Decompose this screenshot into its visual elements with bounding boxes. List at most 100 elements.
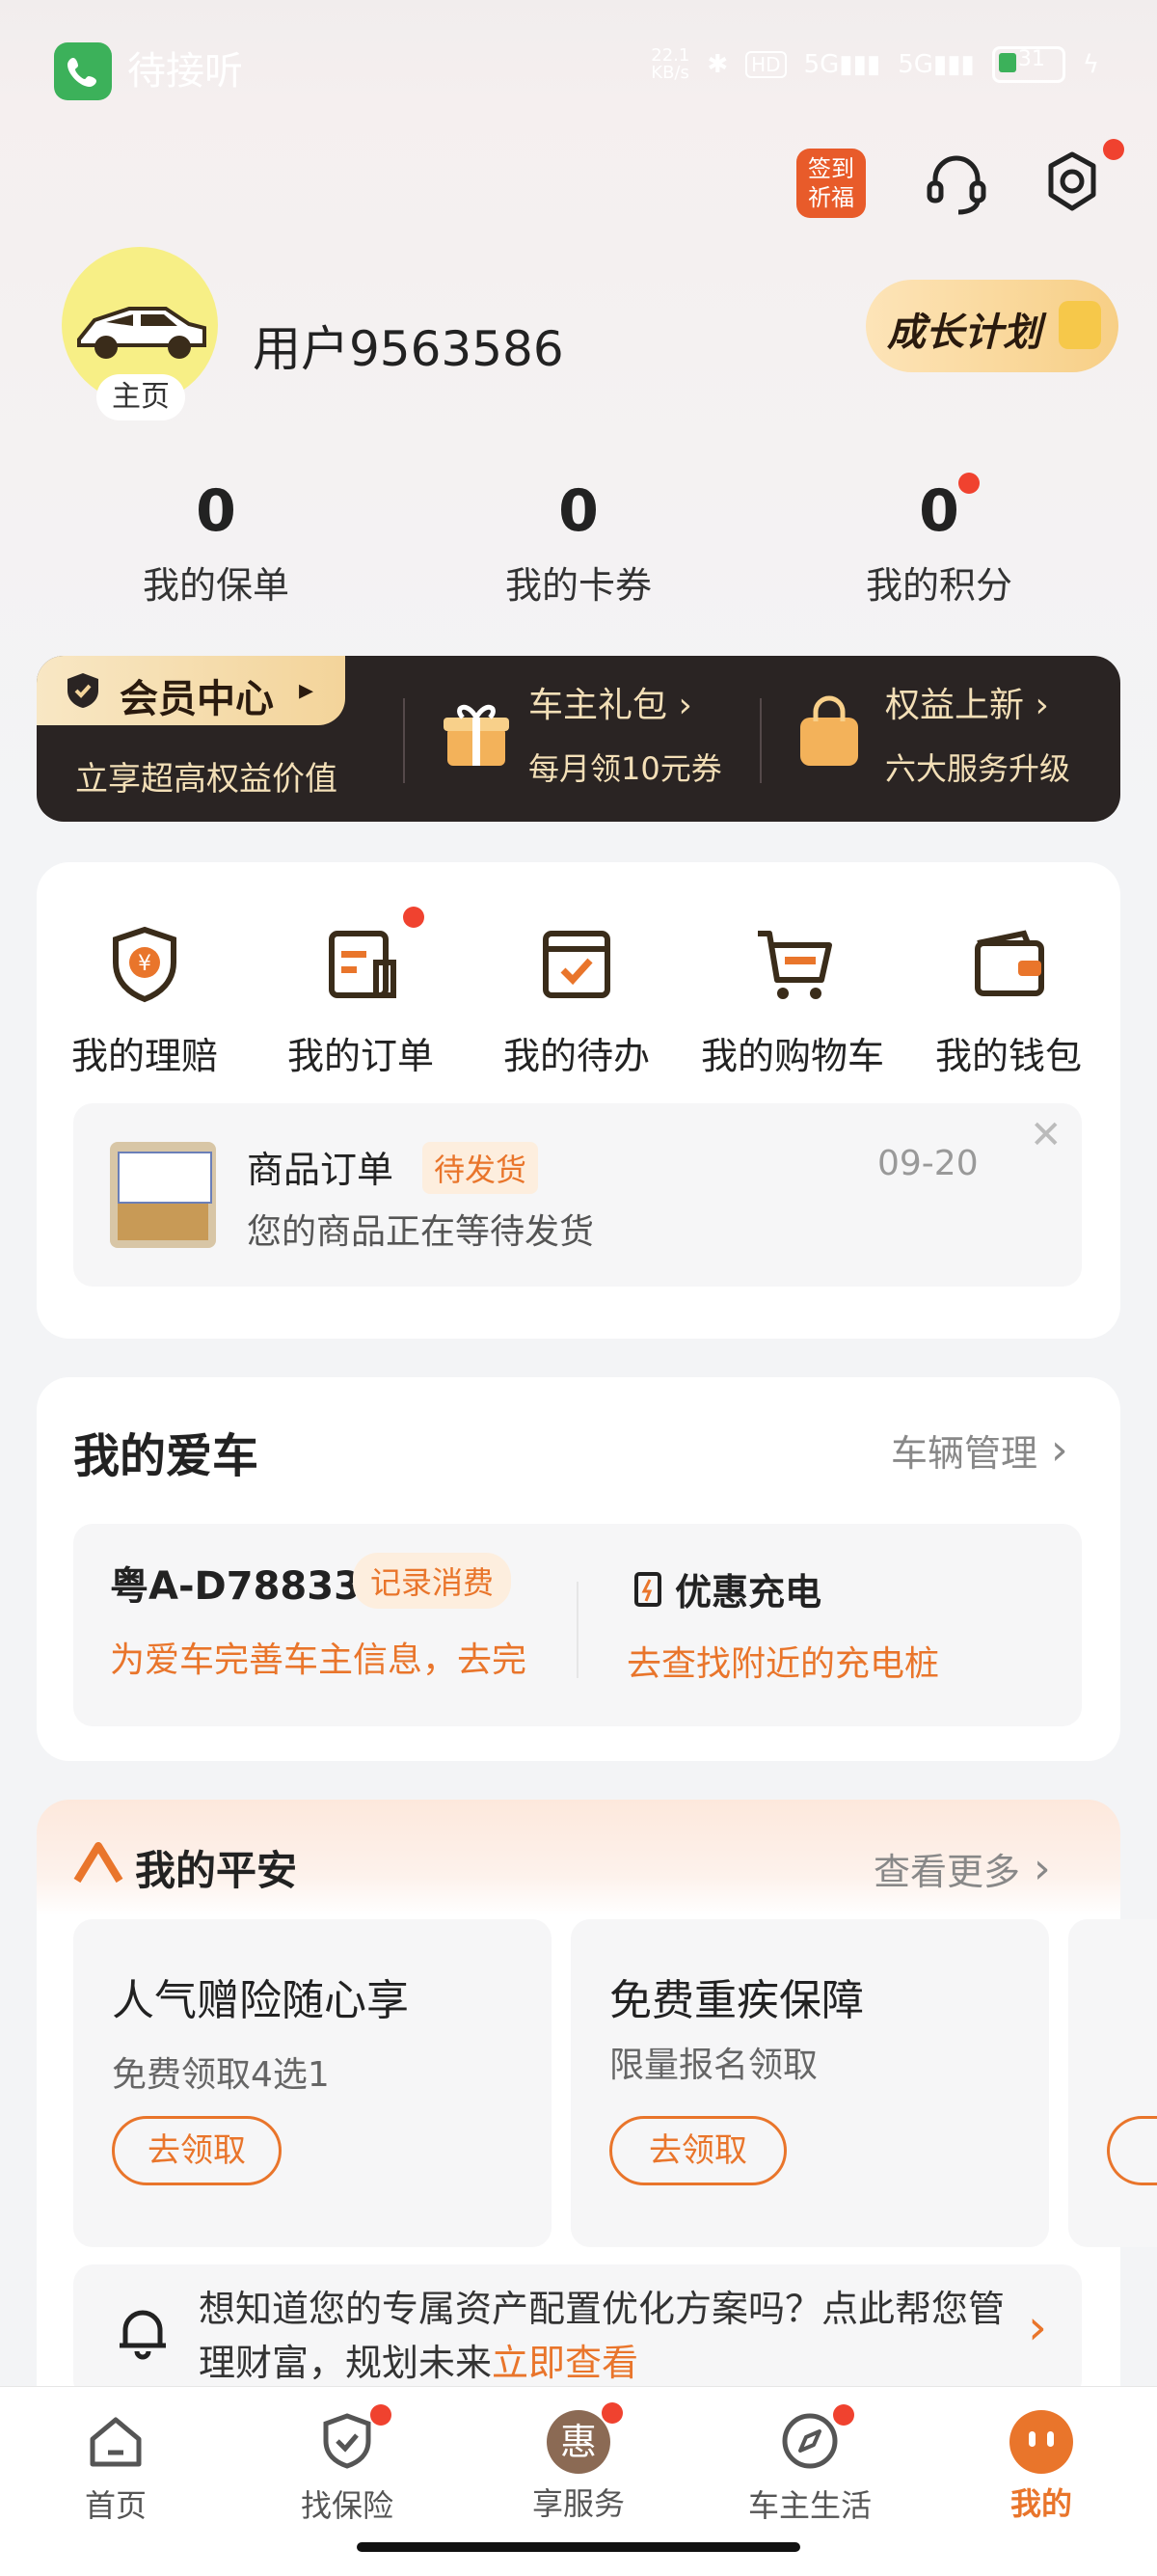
record-expense-button[interactable]: 记录消费 bbox=[353, 1553, 512, 1609]
insurance-card-2[interactable]: 免费重疾保障 限量报名领取 去领取 bbox=[571, 1919, 1049, 2247]
chevron-right-icon: › bbox=[1051, 1425, 1068, 1475]
wealth-advice-banner[interactable]: 想知道您的专属资产配置优化方案吗？点此帮您管理财富，规划未来立即查看 › bbox=[73, 2264, 1082, 2400]
stat-points-label: 我的积分 bbox=[865, 564, 1012, 607]
rights-subtitle: 六大服务升级 bbox=[885, 750, 1071, 787]
orders-notification-dot bbox=[403, 907, 424, 928]
signal-5g-icon-2: 5G▮▮▮ bbox=[898, 50, 975, 79]
insurance-card-2-subtitle: 限量报名领取 bbox=[609, 2046, 819, 2085]
tab-mine-label: 我的 bbox=[1009, 2485, 1072, 2522]
wealth-advice-text: 想知道您的专属资产配置优化方案吗？点此帮您管理财富，规划未来立即查看 bbox=[199, 2282, 1028, 2390]
home-tag[interactable]: 主页 bbox=[96, 374, 185, 420]
my-todo-label: 我的待办 bbox=[502, 1035, 650, 1077]
points-notification-dot bbox=[958, 473, 980, 494]
order-description: 您的商品正在等待发货 bbox=[247, 1212, 595, 1252]
settings-gear-icon[interactable] bbox=[1034, 139, 1124, 222]
insurance-card-3-partial[interactable] bbox=[1068, 1919, 1157, 2247]
charge-title: 优惠充电 bbox=[675, 1571, 822, 1613]
close-icon[interactable]: ✕ bbox=[1030, 1113, 1063, 1157]
claim-button-3-partial[interactable] bbox=[1107, 2116, 1157, 2185]
member-center-tab[interactable]: 会员中心 ▸ bbox=[37, 656, 345, 725]
order-notice[interactable]: 商品订单 待发货 09-20 ✕ 您的商品正在等待发货 bbox=[73, 1103, 1082, 1287]
stat-points-value: 0 bbox=[919, 477, 959, 545]
tab-car-life[interactable]: 车主生活 bbox=[713, 2404, 906, 2526]
insurance-card-2-title: 免费重疾保障 bbox=[609, 1976, 864, 2025]
claim-button-1[interactable]: 去领取 bbox=[112, 2116, 282, 2185]
system-indicators: 22.1 KB/s ✱ HD 5G▮▮▮ 5G▮▮▮ 31 ϟ bbox=[651, 46, 1099, 83]
tab-home-label: 首页 bbox=[84, 2487, 147, 2524]
stat-coupons[interactable]: 0 我的卡券 bbox=[463, 473, 694, 609]
charging-station-icon bbox=[634, 1571, 661, 1607]
order-title: 商品订单 bbox=[247, 1149, 394, 1191]
home-indicator[interactable] bbox=[357, 2542, 800, 2552]
services-dot bbox=[602, 2402, 623, 2424]
member-divider bbox=[403, 698, 405, 783]
complete-info-prompt[interactable]: 为爱车完善车主信息，去完 bbox=[110, 1632, 613, 1682]
wallet-icon bbox=[975, 930, 1044, 996]
sign-in-button[interactable]: 签到 祈福 bbox=[796, 149, 866, 218]
shield-check-icon bbox=[323, 2413, 371, 2469]
stat-points[interactable]: 0 我的积分 bbox=[823, 473, 1055, 609]
cart-icon bbox=[758, 931, 832, 999]
member-center-bar[interactable]: 会员中心 ▸ 立享超高权益价值 车主礼包 › 每月领10元券 权益上新 › 六大… bbox=[37, 656, 1120, 822]
discount-charge-link[interactable]: 优惠充电 bbox=[631, 1562, 821, 1615]
growth-plan-label: 成长计划 bbox=[887, 311, 1041, 355]
stat-policies-value: 0 bbox=[196, 477, 236, 545]
shopping-bag-icon bbox=[793, 694, 866, 772]
stat-policies[interactable]: 0 我的保单 bbox=[100, 473, 332, 609]
tab-services[interactable]: 惠 享服务 bbox=[482, 2402, 675, 2524]
signal-5g-icon: 5G▮▮▮ bbox=[803, 50, 881, 79]
my-wallet-link[interactable]: 我的钱包 bbox=[902, 924, 1115, 1079]
insurance-card-1-title: 人气赠险随心享 bbox=[112, 1976, 409, 2025]
bell-icon bbox=[112, 2301, 174, 2363]
my-cart-link[interactable]: 我的购物车 bbox=[686, 924, 899, 1079]
my-orders-link[interactable]: 我的订单 bbox=[255, 907, 467, 1079]
compass-icon bbox=[782, 2413, 838, 2469]
member-divider-2 bbox=[760, 698, 762, 783]
my-wallet-label: 我的钱包 bbox=[934, 1035, 1082, 1077]
car-info-box: 粤A-D78833 记录消费 为爱车完善车主信息，去完 优惠充电 去查找附近的充… bbox=[73, 1524, 1082, 1726]
settings-notification-dot bbox=[1103, 139, 1124, 160]
chevron-right-icon: › bbox=[1028, 2299, 1047, 2355]
view-more-label: 查看更多 bbox=[874, 1851, 1021, 1893]
shield-yen-icon: ¥ bbox=[113, 926, 176, 1003]
username[interactable]: 用户9563586 bbox=[253, 311, 564, 380]
stat-coupons-label: 我的卡券 bbox=[504, 564, 652, 607]
order-status-badge: 待发货 bbox=[422, 1142, 539, 1194]
product-thumbnail bbox=[110, 1142, 216, 1248]
gift-pack-title[interactable]: 车主礼包 › bbox=[528, 677, 692, 727]
view-now-link[interactable]: 立即查看 bbox=[492, 2342, 638, 2384]
tab-find-insurance-label: 找保险 bbox=[300, 2487, 393, 2524]
battery-icon: 31 bbox=[991, 46, 1065, 83]
view-more-link[interactable]: 查看更多 › bbox=[874, 1842, 1051, 1895]
customer-service-icon[interactable] bbox=[918, 145, 995, 222]
car-box-divider bbox=[577, 1582, 578, 1678]
home-icon bbox=[90, 2417, 142, 2467]
tab-mine[interactable]: 我的 bbox=[945, 2410, 1138, 2524]
vehicle-manage-link[interactable]: 车辆管理 › bbox=[891, 1424, 1068, 1477]
order-date: 09-20 bbox=[877, 1144, 979, 1183]
my-orders-label: 我的订单 bbox=[286, 1035, 434, 1077]
insurance-card-1[interactable]: 人气赠险随心享 免费领取4选1 去领取 bbox=[73, 1919, 552, 2247]
charge-subtitle[interactable]: 去查找附近的充电桩 bbox=[627, 1636, 939, 1686]
insurance-card-1-subtitle: 免费领取4选1 bbox=[112, 2055, 330, 2095]
gift-box-icon bbox=[438, 694, 515, 772]
tab-find-insurance[interactable]: 找保险 bbox=[251, 2404, 444, 2526]
status-bar: 待接听 22.1 KB/s ✱ HD 5G▮▮▮ 5G▮▮▮ 31 ϟ bbox=[0, 0, 1157, 135]
my-todo-link[interactable]: 我的待办 bbox=[471, 924, 683, 1079]
bluetooth-icon: ✱ bbox=[707, 50, 729, 79]
call-status-text[interactable]: 待接听 bbox=[127, 42, 243, 100]
car-life-dot bbox=[833, 2404, 854, 2426]
tab-home[interactable]: 首页 bbox=[19, 2410, 212, 2526]
find-insurance-dot bbox=[370, 2404, 391, 2426]
rights-title[interactable]: 权益上新 › bbox=[885, 677, 1049, 727]
discount-icon: 惠 bbox=[547, 2410, 610, 2474]
phone-call-icon[interactable] bbox=[54, 42, 112, 100]
my-claims-link[interactable]: ¥ 我的理赔 bbox=[39, 924, 251, 1079]
chevron-right-icon: › bbox=[1034, 1844, 1051, 1893]
car-plate[interactable]: 粤A-D78833 bbox=[110, 1555, 361, 1611]
claim-button-2[interactable]: 去领取 bbox=[609, 2116, 787, 2185]
my-claims-label: 我的理赔 bbox=[70, 1035, 218, 1077]
vehicle-manage-label: 车辆管理 bbox=[891, 1432, 1038, 1475]
growth-plan-button[interactable]: 成长计划 bbox=[866, 280, 1118, 372]
mine-face-icon bbox=[1009, 2410, 1073, 2474]
